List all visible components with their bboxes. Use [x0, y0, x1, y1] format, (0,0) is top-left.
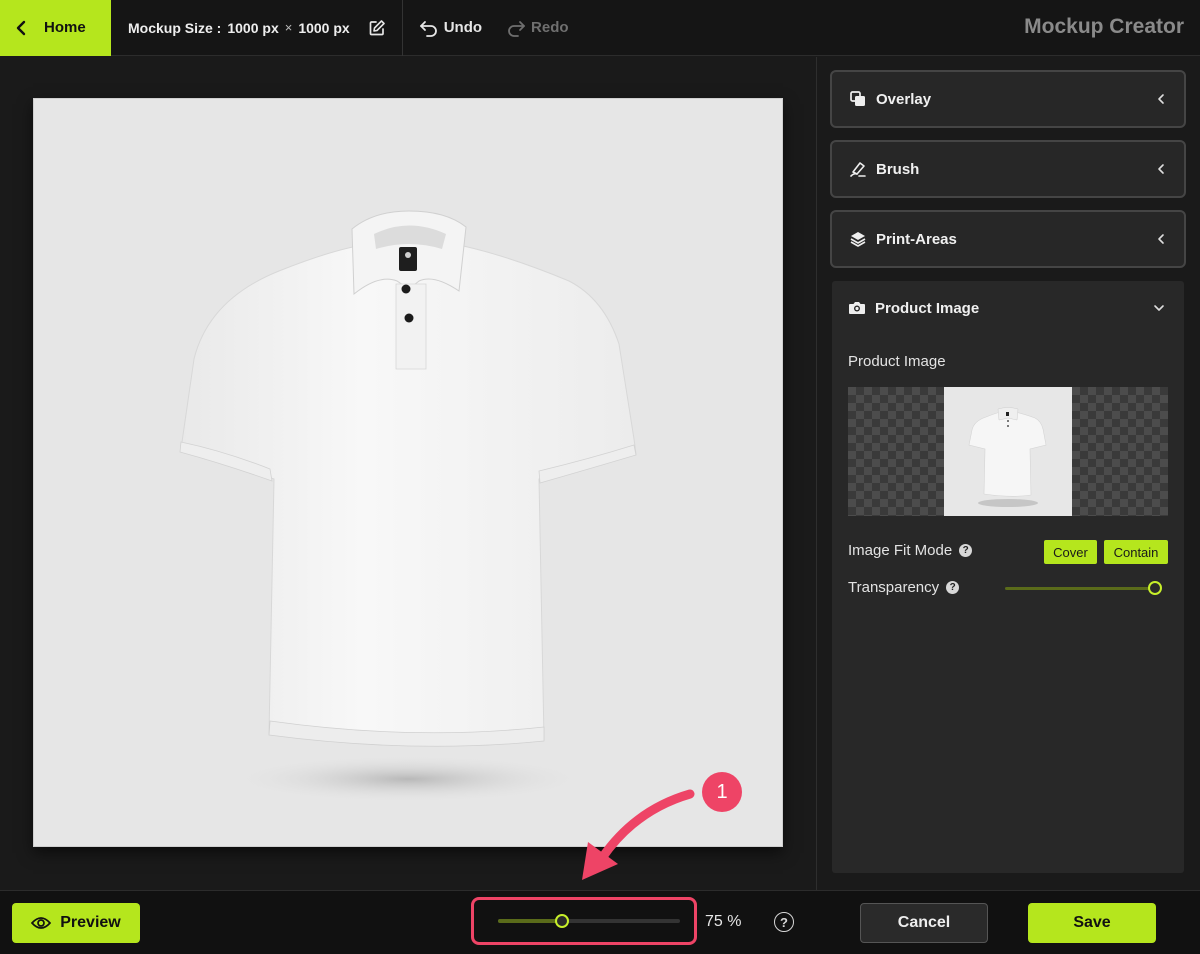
mockup-height: 1000 px	[298, 19, 350, 36]
image-fit-mode-label: Image Fit Mode ?	[848, 542, 973, 559]
home-button[interactable]: Home	[0, 0, 111, 56]
print-areas-section[interactable]: Print-Areas	[830, 210, 1186, 268]
canvas-area	[0, 57, 816, 890]
chevron-left-icon	[1158, 164, 1164, 174]
zoom-value: 75 %	[705, 913, 742, 930]
preview-label: Preview	[60, 914, 121, 931]
help-icon[interactable]: ?	[946, 581, 960, 594]
product-image-label: Product Image	[848, 353, 946, 370]
brush-icon	[850, 162, 866, 177]
camera-icon	[849, 302, 865, 314]
mockup-size: Mockup Size : 1000 px × 1000 px	[111, 0, 403, 56]
bottom-bar: Preview 75 % ? Cancel Save	[0, 890, 1200, 954]
overlay-section[interactable]: Overlay	[830, 70, 1186, 128]
brush-section[interactable]: Brush	[830, 140, 1186, 198]
preview-button[interactable]: Preview	[12, 903, 140, 943]
home-label: Home	[44, 19, 86, 36]
chevron-left-icon	[1158, 234, 1164, 244]
edit-icon	[369, 19, 385, 35]
zoom-slider-thumb[interactable]	[554, 914, 569, 928]
save-button[interactable]: Save	[1028, 903, 1156, 943]
chevron-left-icon	[16, 20, 26, 35]
thumbnail-image	[944, 387, 1072, 516]
fit-cover-button[interactable]: Cover	[1044, 540, 1097, 564]
print-areas-label: Print-Areas	[876, 230, 957, 248]
transparency-slider-thumb[interactable]	[1148, 581, 1162, 595]
zoom-slider-fill	[498, 919, 562, 923]
chevron-down-icon	[1154, 305, 1164, 311]
mockup-canvas[interactable]	[33, 98, 783, 847]
mockup-width: 1000 px	[227, 19, 279, 36]
redo-icon	[508, 20, 525, 37]
help-icon[interactable]: ?	[959, 544, 973, 557]
brush-label: Brush	[876, 160, 920, 178]
undo-label: Undo	[443, 19, 483, 36]
zoom-slider-track[interactable]	[498, 919, 680, 923]
edit-size-button[interactable]	[368, 19, 386, 37]
undo-button[interactable]: Undo	[419, 19, 482, 37]
annotation-arrow-icon	[582, 789, 695, 880]
top-bar: Home Mockup Size : 1000 px × 1000 px Und…	[0, 0, 1200, 56]
overlay-icon	[850, 91, 865, 106]
chevron-left-icon	[1158, 94, 1164, 104]
eye-icon	[31, 917, 52, 929]
undo-icon	[419, 20, 437, 37]
overlay-label: Overlay	[876, 90, 932, 108]
product-image-header[interactable]: Product Image	[832, 281, 1184, 335]
transparency-slider-track[interactable]	[1005, 587, 1155, 590]
help-icon[interactable]: ?	[774, 912, 794, 932]
zoom-control-highlight	[471, 897, 697, 945]
fit-contain-button[interactable]: Contain	[1104, 540, 1168, 564]
redo-label: Redo	[531, 19, 569, 36]
product-image-section: Product Image Product Image Image Fit Mo…	[832, 281, 1184, 873]
polo-shirt-image	[179, 210, 637, 803]
app-title: Mockup Creator	[1024, 15, 1184, 38]
annotation-badge: 1	[702, 772, 742, 812]
times-sign: ×	[284, 20, 293, 35]
cancel-button[interactable]: Cancel	[860, 903, 988, 943]
product-image-thumbnail[interactable]	[848, 387, 1168, 516]
transparency-text: Transparency	[848, 579, 940, 596]
product-image-title: Product Image	[875, 299, 980, 317]
image-fit-mode-text: Image Fit Mode	[848, 542, 953, 559]
polo-shirt-thumbnail	[968, 407, 1047, 507]
redo-button[interactable]: Redo	[506, 19, 569, 37]
layers-icon	[850, 232, 866, 247]
panel-divider	[816, 57, 817, 890]
mockup-size-label: Mockup Size :	[128, 19, 222, 36]
transparency-label: Transparency ?	[848, 579, 960, 596]
